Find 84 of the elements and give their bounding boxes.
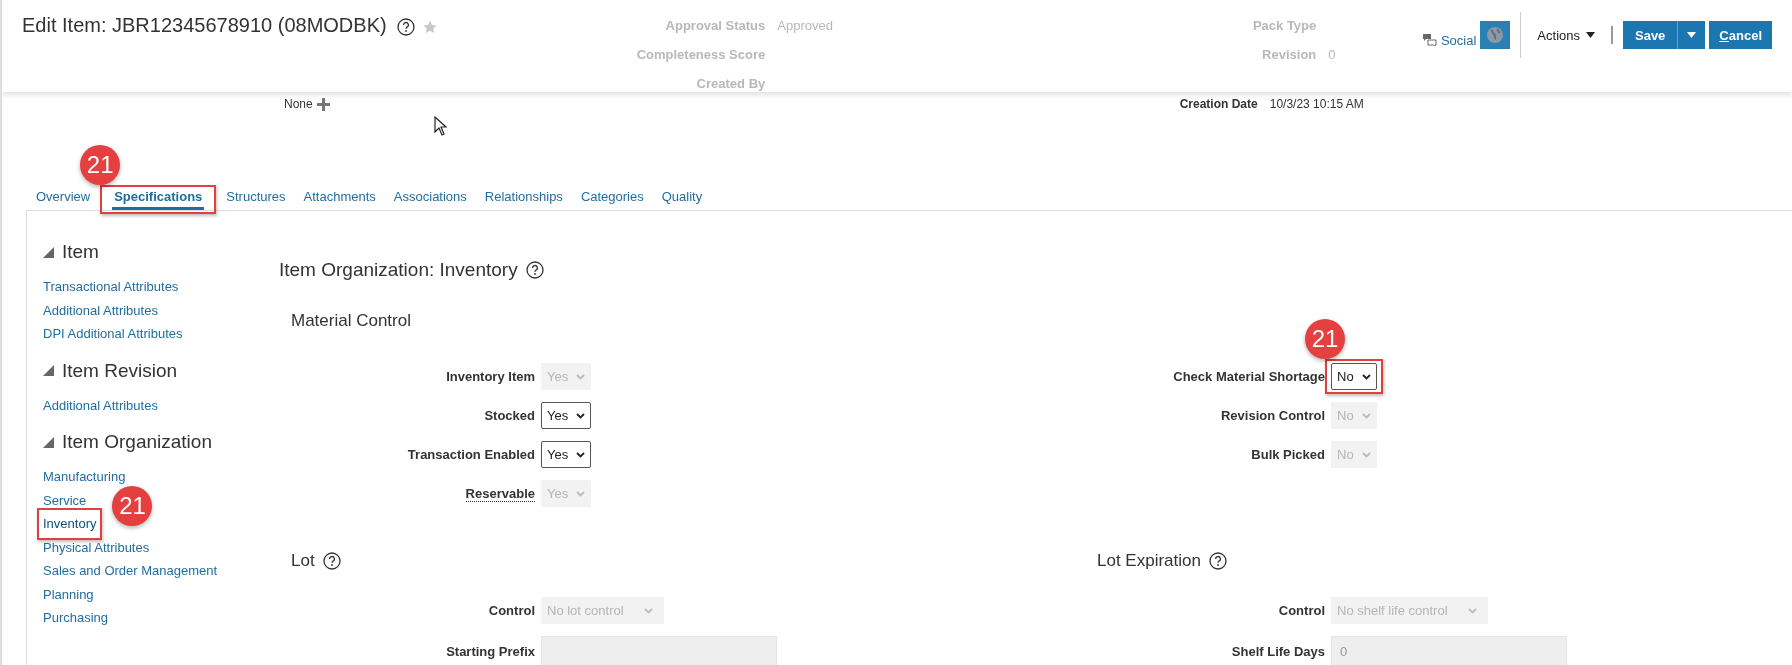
tab[interactable]: Specifications — [112, 189, 205, 210]
field-label: Revision — [1261, 47, 1317, 62]
chevron-down-icon — [1361, 451, 1371, 458]
nav-link[interactable]: Additional Attributes — [43, 298, 158, 322]
field-label: Creation Date — [1179, 97, 1258, 111]
nav-link[interactable]: Service — [43, 488, 87, 512]
select-field[interactable]: Yes — [541, 402, 592, 429]
field-label: Completeness Score — [636, 47, 766, 62]
social-link[interactable]: Social — [1422, 32, 1477, 48]
step-badge: 21 — [1305, 319, 1345, 359]
field-value: 0 — [1328, 47, 1336, 62]
tab[interactable]: Structures — [224, 189, 288, 210]
cancel-button[interactable]: Cancel — [1709, 21, 1772, 49]
mouse-cursor-icon — [434, 116, 447, 136]
tab[interactable]: Relationships — [482, 189, 565, 210]
highlight-frame — [1325, 359, 1383, 394]
chevron-down-icon — [1361, 412, 1371, 419]
tab[interactable]: Attachments — [301, 189, 378, 210]
field-label: Inventory Item — [446, 369, 535, 384]
step-badge: 21 — [80, 145, 121, 185]
page-title: Edit Item: JBR12345678910 (08MODBK) — [22, 14, 387, 37]
tab[interactable]: Associations — [391, 189, 469, 210]
plus-icon[interactable] — [316, 97, 330, 111]
help-icon[interactable] — [322, 552, 341, 570]
field-label: Bulk Picked — [1251, 447, 1325, 462]
chevron-down-icon — [576, 490, 586, 497]
nav-link[interactable]: Purchasing — [43, 606, 109, 630]
field-value: 10/3/23 10:15 AM — [1269, 97, 1364, 111]
chevron-down-icon — [576, 451, 586, 458]
actions-menu[interactable]: Actions — [1531, 27, 1601, 43]
group-title: Material Control — [291, 311, 411, 331]
chevron-down-icon — [643, 607, 653, 614]
caret-icon — [1586, 32, 1595, 38]
help-icon[interactable] — [525, 261, 544, 279]
globe-icon — [1486, 26, 1505, 44]
field-label: Shelf Life Days — [1231, 643, 1325, 659]
caret-icon — [1687, 32, 1697, 38]
group-title: Lot — [291, 551, 315, 571]
section-title: Item Organization: Inventory — [279, 259, 518, 281]
collapse-triangle-icon[interactable] — [43, 246, 54, 258]
nav-link[interactable]: Manufacturing — [43, 465, 126, 489]
help-icon[interactable] — [396, 18, 415, 36]
highlight-frame — [37, 508, 103, 540]
tab[interactable]: Categories — [578, 189, 646, 210]
chevron-down-icon — [1361, 373, 1371, 380]
collapse-triangle-icon[interactable] — [43, 436, 54, 448]
help-icon[interactable] — [1208, 552, 1227, 570]
group-title: Lot Expiration — [1097, 551, 1201, 571]
chat-icon — [1422, 34, 1437, 46]
section-heading: Item — [62, 241, 99, 263]
section-heading: Item Revision — [62, 359, 178, 382]
chevron-down-icon — [576, 412, 586, 419]
nav-link[interactable]: Additional Attributes — [43, 393, 158, 417]
chevron-down-icon — [1467, 607, 1477, 614]
tab[interactable]: Quality — [659, 189, 705, 210]
field-label: Approval Status — [664, 18, 766, 33]
nav-link[interactable]: Transactional Attributes — [43, 275, 179, 299]
field-label: Revision Control — [1221, 408, 1325, 423]
field-label: Control — [488, 603, 535, 618]
field-label: Pack Type — [1252, 18, 1317, 33]
field-label: Control — [1278, 603, 1325, 618]
field-label: Stocked — [484, 408, 535, 423]
nav-link[interactable]: Physical Attributes — [43, 535, 150, 559]
field-label: Created By — [695, 76, 766, 91]
field-value: None — [284, 97, 313, 111]
collapse-triangle-icon[interactable] — [43, 365, 54, 376]
nav-link[interactable]: Inventory — [43, 512, 97, 536]
section-heading: Item Organization — [62, 431, 212, 453]
field-label: Starting Prefix — [446, 643, 535, 659]
nav-link[interactable]: Sales and Order Management — [43, 559, 218, 583]
field-label: Transaction Enabled — [407, 447, 535, 462]
select-field[interactable]: No — [1331, 363, 1377, 390]
save-button[interactable]: Save — [1623, 21, 1678, 49]
nav-link[interactable]: DPI Additional Attributes — [43, 322, 183, 346]
nav-link[interactable]: Planning — [43, 582, 94, 606]
save-menu-button[interactable] — [1677, 21, 1706, 49]
chevron-down-icon — [576, 373, 586, 380]
tab[interactable]: Overview — [34, 189, 93, 210]
star-icon[interactable] — [422, 20, 437, 34]
field-value: Approved — [777, 18, 833, 33]
globe-button[interactable] — [1480, 21, 1511, 49]
select-field[interactable]: Yes — [541, 441, 592, 468]
field-label: Check Material Shortage — [1173, 369, 1325, 384]
step-badge: 21 — [112, 486, 153, 526]
